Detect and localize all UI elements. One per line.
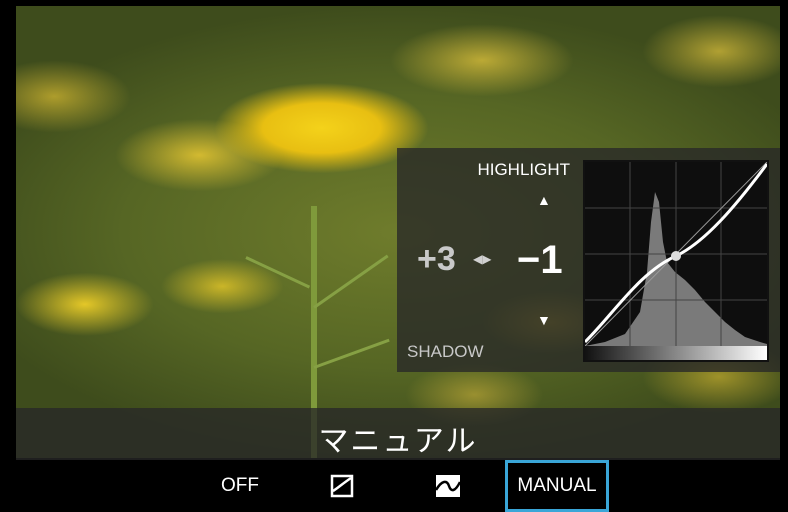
triangle-up-icon[interactable]: ▲ <box>537 192 551 208</box>
flower-branch <box>313 338 390 369</box>
shadow-label: SHADOW <box>407 342 484 361</box>
mode-caption-strip: マニュアル <box>16 408 780 460</box>
wave-curve-icon-svg <box>435 475 461 497</box>
mode-caption: マニュアル <box>318 425 478 458</box>
flower-branch <box>313 254 389 309</box>
tone-curve-panel: HIGHLIGHT ▲ +3 ◀▶ −1 ▼ SHADOW <box>397 148 780 372</box>
tone-curve-svg <box>585 162 767 360</box>
wave-curve-icon[interactable] <box>423 466 473 506</box>
shadow-value: +3 <box>417 240 456 278</box>
highlight-label: HIGHLIGHT <box>477 160 570 179</box>
curve-point[interactable] <box>671 251 681 261</box>
square-curve-icon[interactable] <box>322 466 362 506</box>
tone-curve-graph <box>583 160 769 362</box>
manual-option[interactable]: MANUAL <box>505 460 609 512</box>
left-right-arrows-icon[interactable]: ◀▶ <box>473 252 491 266</box>
highlight-value: −1 <box>517 238 563 282</box>
off-option[interactable]: OFF <box>210 466 270 506</box>
triangle-down-icon[interactable]: ▼ <box>537 312 551 328</box>
square-curve-icon-svg <box>330 474 354 498</box>
flower-branch <box>245 256 311 289</box>
mode-selector-bar: OFF MANUAL <box>0 460 788 512</box>
gradient-strip <box>585 346 767 360</box>
